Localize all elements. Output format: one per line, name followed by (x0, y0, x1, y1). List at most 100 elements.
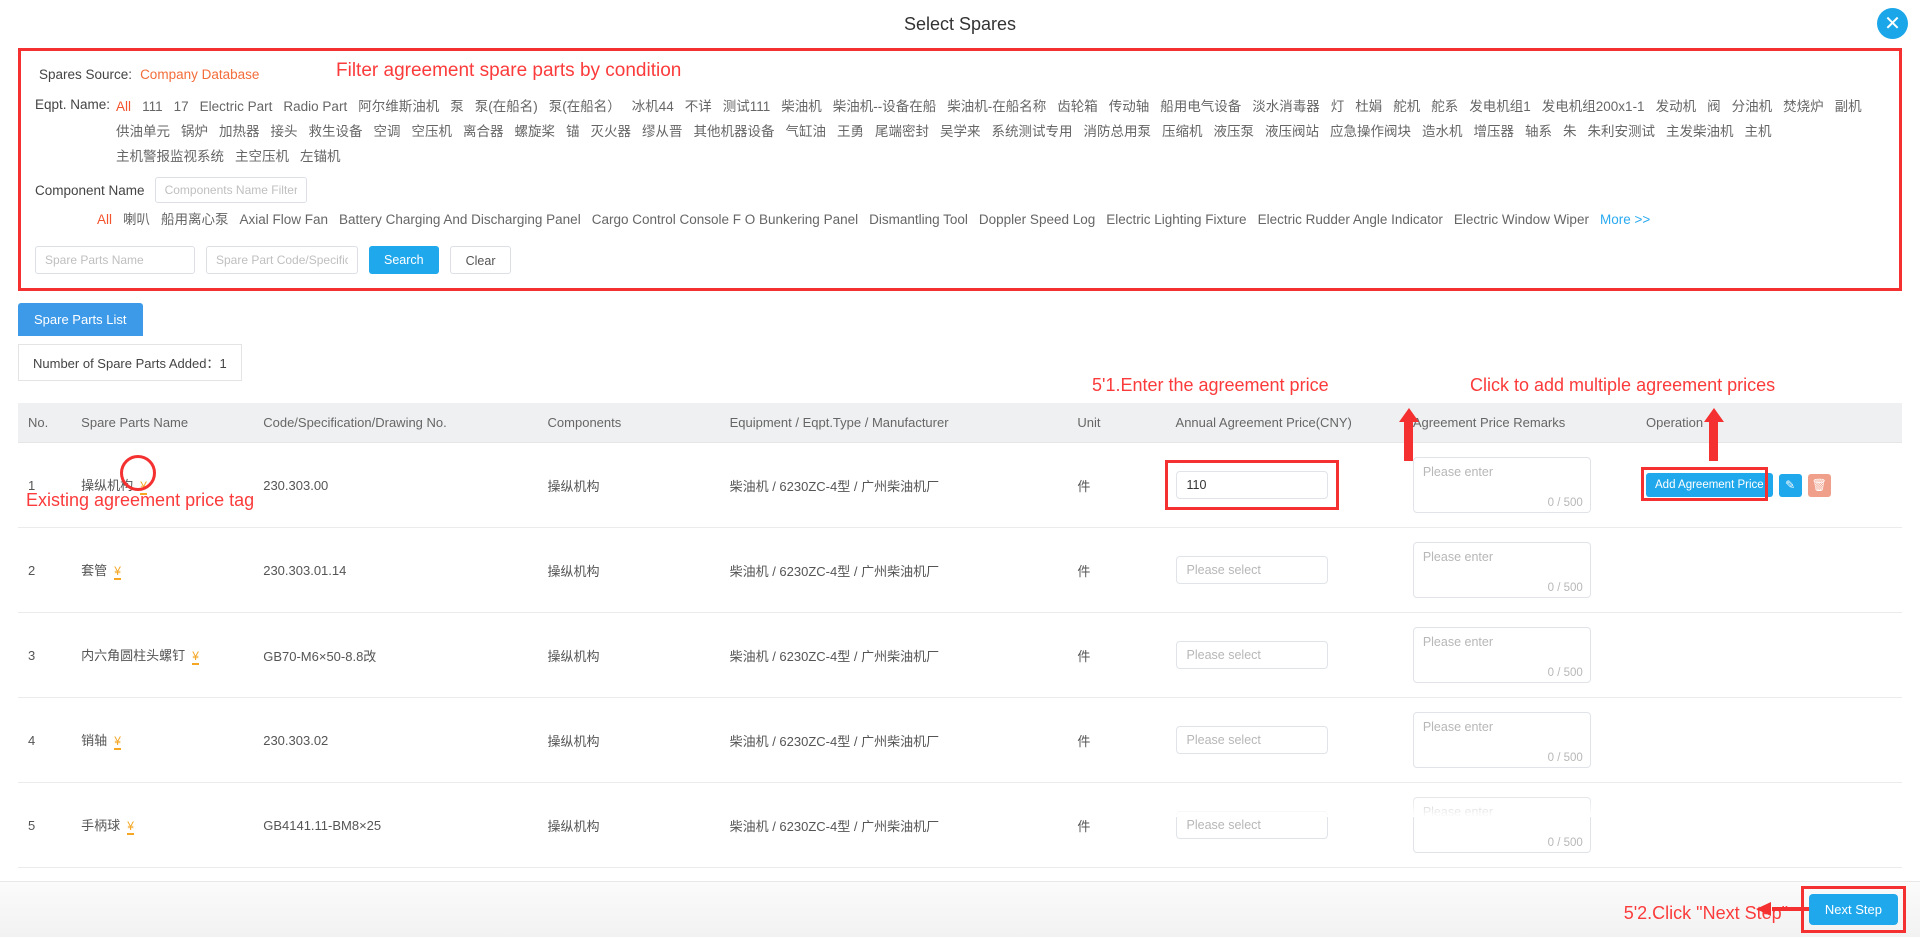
yen-price-tag-icon[interactable]: ¥ (114, 735, 121, 750)
eqpt-tag-55[interactable]: 轴系 (1525, 121, 1552, 142)
add-agreement-price-button[interactable]: Add Agreement Price (1646, 473, 1773, 497)
component-tag-0[interactable]: All (97, 209, 112, 230)
eqpt-tag-9[interactable]: 冰机44 (632, 96, 674, 117)
eqpt-tag-42[interactable]: 其他机器设备 (694, 121, 775, 142)
component-tag-9[interactable]: Electric Rudder Angle Indicator (1258, 209, 1443, 230)
spare-part-code-input[interactable] (206, 246, 358, 274)
eqpt-tag-2[interactable]: 17 (174, 96, 189, 117)
eqpt-tag-27[interactable]: 分油机 (1732, 96, 1773, 117)
component-tag-4[interactable]: Battery Charging And Discharging Panel (339, 209, 581, 230)
eqpt-tag-48[interactable]: 消防总用泵 (1084, 121, 1152, 142)
component-tag-2[interactable]: 船用离心泵 (161, 209, 229, 230)
tab-spare-parts-list[interactable]: Spare Parts List (18, 303, 143, 336)
eqpt-tag-54[interactable]: 增压器 (1474, 121, 1515, 142)
eqpt-tag-22[interactable]: 舵系 (1431, 96, 1458, 117)
eqpt-tag-46[interactable]: 吴学来 (940, 121, 981, 142)
eqpt-tag-11[interactable]: 测试111 (723, 96, 771, 117)
eqpt-tag-4[interactable]: Radio Part (283, 96, 347, 117)
annual-agreement-price-input[interactable] (1175, 641, 1328, 669)
eqpt-tag-16[interactable]: 传动轴 (1109, 96, 1150, 117)
table-scroll-region[interactable]: No. Spare Parts Name Code/Specification/… (18, 403, 1902, 873)
eqpt-tag-28[interactable]: 焚烧炉 (1783, 96, 1824, 117)
eqpt-tag-58[interactable]: 主发柴油机 (1666, 121, 1734, 142)
agreement-price-remarks-input[interactable]: Please enter 0 / 500 (1412, 542, 1591, 598)
eqpt-tag-6[interactable]: 泵 (450, 96, 464, 117)
trash-icon[interactable]: 🗑 (1807, 473, 1831, 497)
agreement-price-remarks-input[interactable]: Please enter 0 / 500 (1412, 627, 1591, 683)
eqpt-tag-33[interactable]: 接头 (271, 121, 298, 142)
eqpt-tag-18[interactable]: 淡水消毒器 (1252, 96, 1320, 117)
annual-agreement-price-input[interactable] (1175, 726, 1328, 754)
eqpt-tag-12[interactable]: 柴油机 (781, 96, 822, 117)
eqpt-tag-32[interactable]: 加热器 (219, 121, 260, 142)
component-tag-more-link[interactable]: More >> (1600, 209, 1650, 230)
eqpt-tag-39[interactable]: 锚 (566, 121, 580, 142)
eqpt-tag-26[interactable]: 阀 (1707, 96, 1721, 117)
eqpt-tag-52[interactable]: 应急操作阀块 (1330, 121, 1411, 142)
eqpt-tag-38[interactable]: 螺旋桨 (515, 121, 556, 142)
eqpt-tag-56[interactable]: 朱 (1563, 121, 1577, 142)
eqpt-tag-61[interactable]: 主空压机 (235, 146, 289, 167)
agreement-price-remarks-input[interactable]: Please enter 0 / 500 (1412, 457, 1591, 513)
spare-parts-name-input[interactable] (35, 246, 195, 274)
component-tag-8[interactable]: Electric Lighting Fixture (1106, 209, 1246, 230)
component-tag-7[interactable]: Doppler Speed Log (979, 209, 1095, 230)
eqpt-tag-13[interactable]: 柴油机--设备在船 (833, 96, 937, 117)
eqpt-tag-8[interactable]: 泵(在船名） (549, 96, 621, 117)
component-tag-6[interactable]: Dismantling Tool (869, 209, 968, 230)
eqpt-tag-47[interactable]: 系统测试专用 (992, 121, 1073, 142)
eqpt-tag-21[interactable]: 舵机 (1393, 96, 1420, 117)
eqpt-tag-1[interactable]: 111 (142, 96, 163, 117)
annual-agreement-price-input[interactable] (1175, 811, 1328, 839)
yen-price-tag-icon[interactable]: ¥ (127, 820, 134, 835)
eqpt-tag-35[interactable]: 空调 (374, 121, 401, 142)
eqpt-tag-34[interactable]: 救生设备 (309, 121, 363, 142)
component-tag-10[interactable]: Electric Window Wiper (1454, 209, 1589, 230)
component-tag-1[interactable]: 喇叭 (123, 209, 150, 230)
eqpt-tag-60[interactable]: 主机警报监视系统 (116, 146, 224, 167)
eqpt-tag-36[interactable]: 空压机 (412, 121, 453, 142)
clear-button[interactable]: Clear (449, 246, 512, 274)
eqpt-tag-51[interactable]: 液压阀站 (1265, 121, 1319, 142)
eqpt-tag-14[interactable]: 柴油机-在船名称 (947, 96, 1046, 117)
eqpt-tag-0[interactable]: All (116, 96, 131, 117)
component-tag-3[interactable]: Axial Flow Fan (240, 209, 329, 230)
eqpt-tag-7[interactable]: 泵(在船名) (475, 96, 538, 117)
yen-price-tag-icon[interactable]: ¥ (192, 650, 199, 665)
annual-agreement-price-input[interactable] (1175, 471, 1328, 499)
eqpt-tag-31[interactable]: 锅炉 (181, 121, 208, 142)
agreement-price-remarks-input[interactable]: Please enter 0 / 500 (1412, 797, 1591, 853)
eqpt-tag-24[interactable]: 发电机组200x1-1 (1542, 96, 1645, 117)
eqpt-tag-49[interactable]: 压缩机 (1162, 121, 1203, 142)
next-step-button[interactable]: Next Step (1808, 894, 1898, 925)
attachment-icon[interactable]: ✎ (1778, 473, 1802, 497)
eqpt-tag-20[interactable]: 杜娟 (1355, 96, 1382, 117)
eqpt-tag-62[interactable]: 左锚机 (300, 146, 341, 167)
eqpt-tag-25[interactable]: 发动机 (1656, 96, 1697, 117)
eqpt-tag-43[interactable]: 气缸油 (786, 121, 827, 142)
close-icon[interactable]: ✕ (1877, 8, 1908, 39)
component-name-input[interactable] (154, 177, 307, 203)
eqpt-tag-15[interactable]: 齿轮箱 (1057, 96, 1098, 117)
eqpt-tag-50[interactable]: 液压泵 (1214, 121, 1255, 142)
eqpt-tag-5[interactable]: 阿尔维斯油机 (358, 96, 439, 117)
search-button[interactable]: Search (369, 246, 439, 274)
eqpt-tag-29[interactable]: 副机 (1835, 96, 1862, 117)
eqpt-tag-30[interactable]: 供油单元 (116, 121, 170, 142)
eqpt-tag-10[interactable]: 不详 (685, 96, 712, 117)
yen-price-tag-icon[interactable]: ¥ (114, 565, 121, 580)
eqpt-tag-3[interactable]: Electric Part (200, 96, 273, 117)
annual-agreement-price-input[interactable] (1175, 556, 1328, 584)
eqpt-tag-53[interactable]: 造水机 (1422, 121, 1463, 142)
eqpt-tag-41[interactable]: 缪从晋 (642, 121, 683, 142)
agreement-price-remarks-input[interactable]: Please enter 0 / 500 (1412, 712, 1591, 768)
eqpt-tag-45[interactable]: 尾端密封 (875, 121, 929, 142)
eqpt-tag-40[interactable]: 灭火器 (591, 121, 632, 142)
eqpt-tag-44[interactable]: 王勇 (837, 121, 864, 142)
eqpt-tag-59[interactable]: 主机 (1745, 121, 1772, 142)
eqpt-tag-37[interactable]: 离合器 (463, 121, 504, 142)
eqpt-tag-23[interactable]: 发电机组1 (1469, 96, 1531, 117)
component-tag-5[interactable]: Cargo Control Console F O Bunkering Pane… (592, 209, 858, 230)
eqpt-tag-19[interactable]: 灯 (1331, 96, 1345, 117)
spares-source-value[interactable]: Company Database (140, 67, 259, 82)
